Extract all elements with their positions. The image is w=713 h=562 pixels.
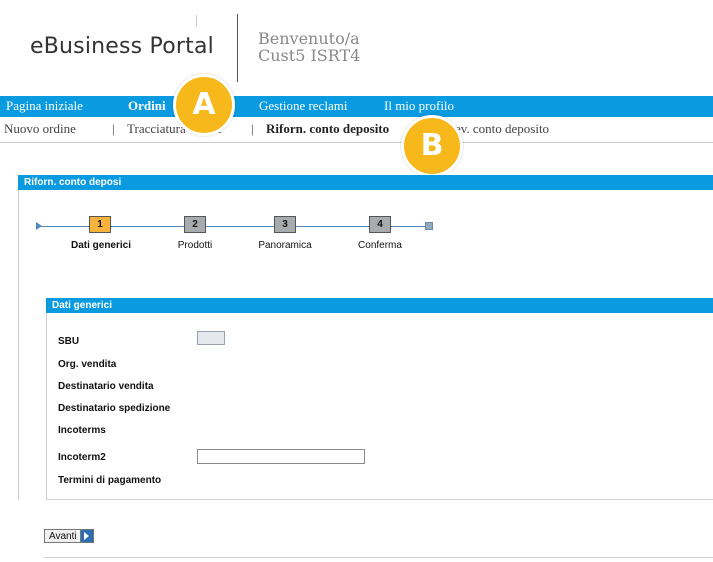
next-button[interactable]: Avanti xyxy=(44,529,94,543)
sbu-select[interactable] xyxy=(197,331,225,345)
destinatario-vendita-label: Destinatario vendita xyxy=(58,381,154,392)
section-border-bottom xyxy=(46,499,713,500)
next-button-label: Avanti xyxy=(49,530,77,542)
wizard-step-2-label: Prodotti xyxy=(177,240,213,251)
header-divider xyxy=(237,14,238,82)
incoterm2-input[interactable] xyxy=(197,449,365,464)
welcome-user: Cust5 ISRT4 xyxy=(258,46,361,65)
wizard-step-3-box: 3 xyxy=(274,216,296,233)
wizard-end-square-icon xyxy=(425,222,433,230)
subnav-separator: | xyxy=(112,121,115,136)
subnav-item-new-order[interactable]: Nuovo ordine xyxy=(4,121,76,137)
wizard-step-3-label: Panoramica xyxy=(258,240,312,251)
wizard-step-4-label: Conferma xyxy=(358,240,402,251)
panel-border xyxy=(18,190,19,500)
welcome-message: Benvenuto/a Cust5 ISRT4 xyxy=(258,30,360,64)
subnav-divider xyxy=(0,142,713,143)
footer-divider xyxy=(44,557,713,558)
wizard-step-2-box: 2 xyxy=(184,216,206,233)
brand-title: eBusiness Portal xyxy=(30,34,214,59)
incoterms-label: Incoterms xyxy=(58,425,106,436)
nav-item-complaints[interactable]: Gestione reclami xyxy=(259,98,347,114)
nav-item-profile[interactable]: Il mio profilo xyxy=(384,98,454,114)
marker-a-badge: A xyxy=(173,74,235,136)
arrow-right-icon xyxy=(79,530,93,542)
sub-nav: Nuovo ordine | Tracciatura ordine | Rifo… xyxy=(0,121,713,141)
section-title: Dati generici xyxy=(46,298,713,313)
header-tick xyxy=(196,15,197,27)
wizard-step-1-label: Dati generici xyxy=(70,240,132,251)
main-nav: Pagina iniziale Ordini Gestione reclami … xyxy=(0,96,713,117)
destinatario-spedizione-label: Destinatario spedizione xyxy=(58,403,171,414)
sbu-label: SBU xyxy=(58,336,80,347)
marker-b-badge: B xyxy=(401,115,463,177)
subnav-item-consignment-refill[interactable]: Riforn. conto deposito xyxy=(266,121,389,137)
nav-item-home[interactable]: Pagina iniziale xyxy=(6,98,83,114)
nav-item-orders[interactable]: Ordini xyxy=(128,98,166,114)
org-vendita-label: Org. vendita xyxy=(58,359,117,370)
panel-title: Riforn. conto deposi xyxy=(18,175,713,190)
wizard-step-1-box: 1 xyxy=(89,216,111,233)
subnav-separator: | xyxy=(251,121,254,136)
termini-pagamento-label: Termini di pagamento xyxy=(58,475,162,486)
section-border-left xyxy=(46,313,47,499)
wizard-step-4-box: 4 xyxy=(369,216,391,233)
incoterm2-label: Incoterm2 xyxy=(58,452,106,463)
welcome-greeting: Benvenuto/a xyxy=(258,29,360,48)
wizard-start-arrow-icon xyxy=(36,222,42,230)
